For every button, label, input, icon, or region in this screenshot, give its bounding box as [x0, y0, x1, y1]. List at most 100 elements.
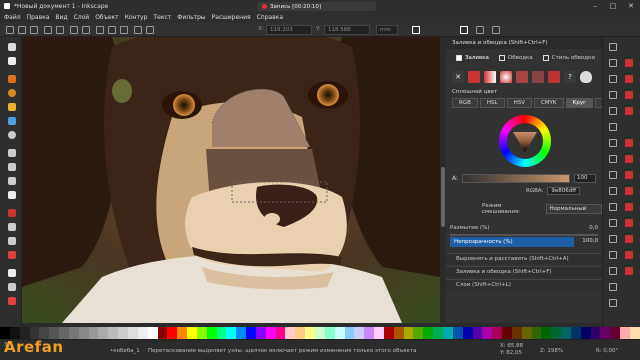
print-icon[interactable] [609, 91, 617, 99]
palette-swatch[interactable] [403, 327, 414, 339]
palette-swatch[interactable] [374, 327, 384, 339]
palette-swatch[interactable] [147, 327, 158, 339]
zoom-field[interactable]: Z: 198% [540, 348, 563, 354]
rotation-field[interactable]: R: 0,00° [596, 348, 618, 354]
palette-swatch[interactable] [177, 327, 188, 339]
fill-rule-button[interactable] [580, 71, 592, 83]
spiral-tool-icon[interactable] [8, 131, 16, 139]
palette-swatch[interactable] [157, 327, 168, 339]
save-icon[interactable] [609, 75, 617, 83]
rgba-field[interactable]: 9e806dff [547, 187, 581, 195]
menu-extensions[interactable]: Расширения [212, 14, 251, 21]
tab-stroke-style[interactable]: Стиль обводки [542, 55, 595, 61]
3d-box-tool-icon[interactable] [8, 117, 16, 125]
palette-swatch[interactable] [255, 327, 266, 339]
snap-others-icon[interactable] [625, 267, 633, 275]
y-field[interactable]: 118.586 [324, 25, 370, 35]
photo-canvas[interactable] [22, 37, 440, 323]
menu-path[interactable]: Контур [125, 14, 148, 21]
snap-intersection-icon[interactable] [625, 187, 633, 195]
menu-file[interactable]: Файл [4, 14, 21, 21]
palette-swatch[interactable] [167, 327, 178, 339]
menu-filters[interactable]: Фильтры [177, 14, 205, 21]
palette-swatch[interactable] [127, 327, 138, 339]
node-symmetric-icon[interactable] [120, 26, 128, 34]
pattern-button[interactable] [532, 71, 544, 83]
palette-swatch[interactable] [393, 327, 404, 339]
palette-swatch[interactable] [196, 327, 207, 339]
blend-mode-select[interactable]: Нормальный [545, 204, 602, 214]
selector-tool-icon[interactable] [8, 43, 16, 51]
palette-swatch[interactable] [88, 327, 99, 339]
paste-icon[interactable] [609, 187, 617, 195]
mesh-gradient-button[interactable] [516, 71, 528, 83]
palette-swatch[interactable] [324, 327, 335, 339]
palette-swatch[interactable] [610, 327, 621, 339]
zoom-drawing-icon[interactable] [609, 219, 617, 227]
maximize-button[interactable]: □ [604, 0, 622, 12]
palette-swatch[interactable] [511, 327, 522, 339]
mode-rgb[interactable]: RGB [452, 98, 478, 108]
palette-swatch[interactable] [285, 327, 296, 339]
snap-cusp-icon[interactable] [625, 219, 633, 227]
palette-swatch[interactable] [590, 327, 601, 339]
dock-fill-stroke[interactable]: Заливка и обводка (Shift+Ctrl+F) [446, 266, 602, 277]
recording-bar[interactable]: Запись [00:20:10] [258, 2, 376, 11]
linear-gradient-button[interactable] [484, 71, 496, 83]
opacity-row[interactable]: Непрозрачность (%) 100,0 [450, 237, 598, 247]
delete-node-icon[interactable] [30, 26, 38, 34]
snap-bbox-icon[interactable] [625, 75, 633, 83]
palette-swatch[interactable] [502, 327, 512, 339]
join-nodes-icon[interactable] [44, 26, 52, 34]
node-smooth-icon[interactable] [108, 26, 116, 34]
palette-swatch[interactable] [541, 327, 552, 339]
palette-swatch[interactable] [600, 327, 611, 339]
alpha-slider[interactable] [462, 174, 571, 183]
group-icon[interactable] [609, 267, 617, 275]
color-wheel[interactable] [499, 115, 551, 167]
swatch-button[interactable] [548, 71, 560, 83]
insert-node-icon[interactable] [18, 26, 26, 34]
next-lpe-icon[interactable] [492, 26, 500, 34]
show-handles-icon[interactable] [460, 26, 468, 34]
snap-path-icon[interactable] [625, 171, 633, 179]
dropper-tool-icon[interactable] [8, 237, 16, 245]
measure-tool-icon[interactable] [8, 283, 16, 291]
stroke-to-path-icon[interactable] [146, 26, 154, 34]
zoom-selection-icon[interactable] [609, 203, 617, 211]
dock-layers[interactable]: Слои (Shift+Ctrl+L) [446, 279, 602, 290]
mode-cmyk[interactable]: CMYK [533, 98, 564, 108]
connector-tool-icon[interactable] [8, 297, 16, 305]
palette-swatch[interactable] [354, 327, 365, 339]
palette-swatch[interactable] [295, 327, 306, 339]
palette-swatch[interactable] [472, 327, 483, 339]
close-button[interactable]: ✕ [622, 0, 640, 12]
zoom-tool-icon[interactable] [8, 269, 16, 277]
blur-slider[interactable] [450, 234, 598, 236]
palette-swatch[interactable] [620, 327, 630, 339]
palette-swatch[interactable] [78, 327, 89, 339]
clone-icon[interactable] [609, 251, 617, 259]
rectangle-tool-icon[interactable] [8, 75, 16, 83]
palette-swatch[interactable] [275, 327, 286, 339]
import-icon[interactable] [609, 107, 617, 115]
drawing-canvas[interactable] [22, 37, 440, 323]
palette-swatch[interactable] [206, 327, 217, 339]
color-palette[interactable] [0, 327, 640, 339]
palette-swatch[interactable] [383, 327, 394, 339]
flat-color-button[interactable] [468, 71, 480, 83]
redo-icon[interactable] [609, 155, 617, 163]
blur-value[interactable]: 0,0 [589, 225, 598, 231]
x-field[interactable]: 119.203 [266, 25, 312, 35]
no-paint-button[interactable]: ✕ [452, 71, 464, 83]
palette-swatch[interactable] [482, 327, 493, 339]
palette-swatch[interactable] [492, 327, 503, 339]
star-tool-icon[interactable] [8, 103, 16, 111]
current-layer-select[interactable]: •кобеба_1 [110, 348, 140, 354]
node-tool-icon[interactable] [8, 57, 16, 65]
mode-hsv[interactable]: HSV [506, 98, 532, 108]
circle-tool-icon[interactable] [8, 89, 16, 97]
palette-swatch[interactable] [413, 327, 424, 339]
palette-swatch[interactable] [630, 327, 640, 339]
eraser-tool-icon[interactable] [8, 223, 16, 231]
